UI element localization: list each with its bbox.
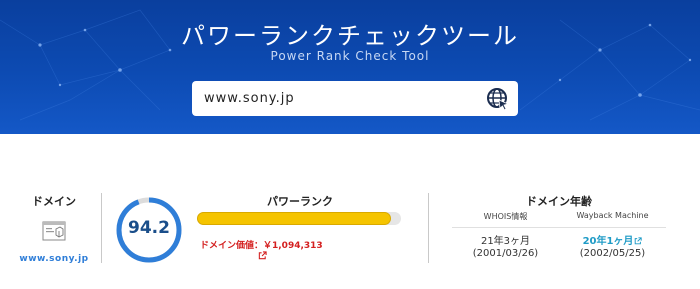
wayback-header: Wayback Machine (576, 211, 649, 220)
power-rank-bar-fill (197, 212, 391, 225)
age-header-divider (452, 227, 666, 228)
score-value: 94.2 (128, 218, 170, 238)
search-box (192, 81, 518, 116)
domain-search-input[interactable] (192, 81, 482, 116)
column-divider (428, 193, 429, 263)
external-link-icon[interactable] (258, 251, 267, 260)
power-rank-bar (197, 212, 401, 225)
check-button[interactable] (486, 87, 510, 111)
whois-date: (2001/03/26) (472, 248, 539, 259)
whois-header: WHOIS情報 (483, 212, 528, 221)
wayback-age-link[interactable]: 20年1ヶ月 (583, 236, 634, 247)
domain-label: ドメイン (32, 195, 76, 208)
power-rank-label: パワーランク (267, 195, 333, 208)
site-thumbnail-icon (42, 221, 66, 241)
whois-age: 21年3ヶ月 (480, 236, 531, 247)
column-divider (101, 193, 102, 263)
external-link-icon[interactable] (634, 237, 643, 245)
domain-column: ドメイン www.sony.jp (18, 193, 90, 264)
wayback-date: (2002/05/25) (579, 248, 646, 259)
page-title: パワーランクチェックツール (181, 22, 519, 50)
whois-age-cell: 21年3ヶ月 (2001/03/26) (452, 236, 559, 260)
domain-age-label: ドメイン年齢 (526, 195, 592, 208)
page-subtitle: Power Rank Check Tool (270, 49, 430, 63)
domain-value-text: ドメイン価値：￥1,094,313 (200, 241, 323, 251)
wayback-age-cell: 20年1ヶ月 (2002/05/25) (559, 236, 666, 260)
hero-banner: パワーランクチェックツール Power Rank Check Tool (0, 0, 700, 134)
domain-link[interactable]: www.sony.jp (18, 254, 90, 264)
globe-cursor-icon (487, 88, 510, 111)
